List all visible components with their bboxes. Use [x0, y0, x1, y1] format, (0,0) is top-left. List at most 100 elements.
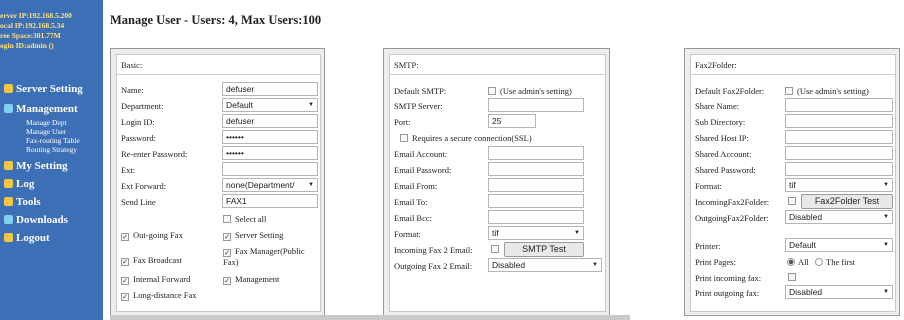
perm-internal-row: ✓ Internal Forward [121, 274, 190, 285]
printer-select[interactable]: Default [785, 238, 893, 252]
print-first-radio[interactable] [815, 258, 823, 266]
management-checkbox[interactable]: ✓ [223, 277, 231, 285]
fax2folder-panel: Fax2Folder: Default Fax2Folder: (Use adm… [684, 48, 900, 316]
f2f-format-select[interactable]: tif [785, 178, 893, 192]
free-space: ree Space:301.77M [0, 31, 61, 40]
main-nav: Server Setting Management Manage Dept Ma… [0, 80, 103, 247]
email-from-input[interactable] [488, 178, 584, 192]
smtp-server-input[interactable] [488, 98, 584, 112]
select-all-checkbox[interactable] [223, 215, 231, 223]
server-setting-checkbox[interactable]: ✓ [223, 233, 231, 241]
send-line-input[interactable]: FAX1 [222, 194, 318, 208]
ssl-label: Requires a secure connection(SSL) [412, 133, 532, 143]
ext-forward-select[interactable]: none(Department/ [222, 178, 318, 192]
incoming-fax2folder-checkbox[interactable] [788, 197, 796, 205]
basic-header: Basic: [117, 55, 320, 75]
nav-fax-routing-table[interactable]: Fax-routing Table [0, 136, 103, 145]
perm-management-row: ✓ Management [223, 274, 279, 285]
perm-broadcast-row: ✓ Fax Broadcast [121, 255, 182, 266]
select-all-label: Select all [235, 214, 267, 224]
login-id-input[interactable]: defuser [222, 114, 318, 128]
nav-my-setting[interactable]: My Setting [0, 157, 103, 175]
nav-manage-user[interactable]: Manage User [0, 127, 103, 136]
default-smtp-row: (Use admin's setting) [488, 86, 572, 96]
smtp-server-label: SMTP Server: [394, 101, 443, 111]
nav-logout[interactable]: Logout [0, 229, 103, 247]
reenter-password-input[interactable]: •••••• [222, 146, 318, 160]
default-smtp-label: Default SMTP: [394, 86, 447, 96]
port-input[interactable]: 25 [488, 114, 536, 128]
print-outgoing-value: Disabled [789, 287, 823, 297]
server-ip: erver IP:192.168.5.200 [0, 11, 72, 20]
incoming-fax-email-checkbox[interactable] [491, 245, 499, 253]
print-incoming-checkbox[interactable] [788, 273, 796, 281]
password-input[interactable]: •••••• [222, 130, 318, 144]
email-account-input[interactable] [488, 146, 584, 160]
nav-manage-dept[interactable]: Manage Dept [0, 118, 103, 127]
department-label: Department: [121, 101, 164, 111]
smtp-format-select[interactable]: tif [488, 226, 584, 240]
department-select[interactable]: Default [222, 98, 318, 112]
print-first-label: The first [826, 257, 856, 267]
sidebar: erver IP:192.168.5.200 ocal IP:192.168.5… [0, 0, 103, 320]
default-fax2folder-checkbox[interactable] [785, 87, 793, 95]
shared-account-input[interactable] [785, 146, 893, 160]
fax-manager-checkbox[interactable]: ✓ [223, 249, 231, 257]
print-incoming-label: Print incoming fax: [695, 273, 762, 283]
print-outgoing-select[interactable]: Disabled [785, 285, 893, 299]
share-name-input[interactable] [785, 98, 893, 112]
ext-label: Ext: [121, 165, 136, 175]
outgoing-fax2folder-select[interactable]: Disabled [785, 210, 893, 224]
fax-broadcast-checkbox[interactable]: ✓ [121, 258, 129, 266]
nav-log-label: Log [16, 178, 35, 190]
incoming-fax-email-label: Incoming Fax 2 Email: [394, 245, 473, 255]
nav-management[interactable]: Management [0, 100, 103, 118]
email-bcc-label: Email Bcc: [394, 213, 433, 223]
ext-forward-value: none(Department/ [226, 180, 295, 190]
email-to-input[interactable] [488, 194, 584, 208]
smtp-header: SMTP: [390, 55, 605, 75]
local-ip: ocal IP:192.168.5.34 [0, 21, 65, 30]
nav-log[interactable]: Log [0, 175, 103, 193]
management-perm-label: Management [235, 274, 280, 284]
smtp-test-button[interactable]: SMTP Test [504, 242, 584, 257]
department-value: Default [226, 100, 253, 110]
my-setting-icon [4, 161, 13, 170]
outgoing-fax-email-select[interactable]: Disabled [488, 258, 602, 272]
nav-tools[interactable]: Tools [0, 193, 103, 211]
nav-my-setting-label: My Setting [16, 160, 68, 172]
long-distance-checkbox[interactable]: ✓ [121, 293, 129, 301]
shared-host-ip-label: Shared Host IP: [695, 133, 749, 143]
outgoing-fax-email-label: Outgoing Fax 2 Email: [394, 261, 473, 271]
outgoing-fax-checkbox[interactable]: ✓ [121, 233, 129, 241]
shared-password-input[interactable] [785, 162, 893, 176]
nav-routing-strategy[interactable]: Routing Strategy [0, 145, 103, 154]
incoming-fax2folder-label: IncomingFax2Folder: [695, 197, 770, 207]
long-distance-label: Long-distance Fax [133, 290, 197, 300]
default-smtp-checkbox[interactable] [488, 87, 496, 95]
nav-server-setting[interactable]: Server Setting [0, 80, 103, 98]
name-input[interactable]: defuser [222, 82, 318, 96]
nav-downloads[interactable]: Downloads [0, 211, 103, 229]
internal-forward-checkbox[interactable]: ✓ [121, 277, 129, 285]
fax2folder-test-button[interactable]: Fax2Folder Test [801, 194, 893, 209]
email-bcc-input[interactable] [488, 210, 584, 224]
nav-management-label: Management [16, 103, 78, 115]
fax-manager-label: Fax Manager(Public Fax) [223, 246, 305, 267]
ext-forward-label: Ext Forward: [121, 181, 167, 191]
ssl-checkbox[interactable] [400, 134, 408, 142]
printer-label: Printer: [695, 241, 721, 251]
ext-input[interactable] [222, 162, 318, 176]
perm-fax-manager-row: ✓ Fax Manager(Public Fax) [223, 246, 319, 267]
print-all-radio[interactable] [787, 258, 795, 266]
outgoing-fax2folder-label: OutgoingFax2Folder: [695, 213, 769, 223]
sub-directory-input[interactable] [785, 114, 893, 128]
server-info: erver IP:192.168.5.200 ocal IP:192.168.5… [0, 11, 103, 51]
printer-value: Default [789, 240, 816, 250]
shared-host-ip-input[interactable] [785, 130, 893, 144]
email-account-label: Email Account: [394, 149, 448, 159]
print-all-label: All [798, 257, 809, 267]
email-password-input[interactable] [488, 162, 584, 176]
smtp-format-value: tif [492, 228, 499, 238]
name-label: Name: [121, 85, 144, 95]
